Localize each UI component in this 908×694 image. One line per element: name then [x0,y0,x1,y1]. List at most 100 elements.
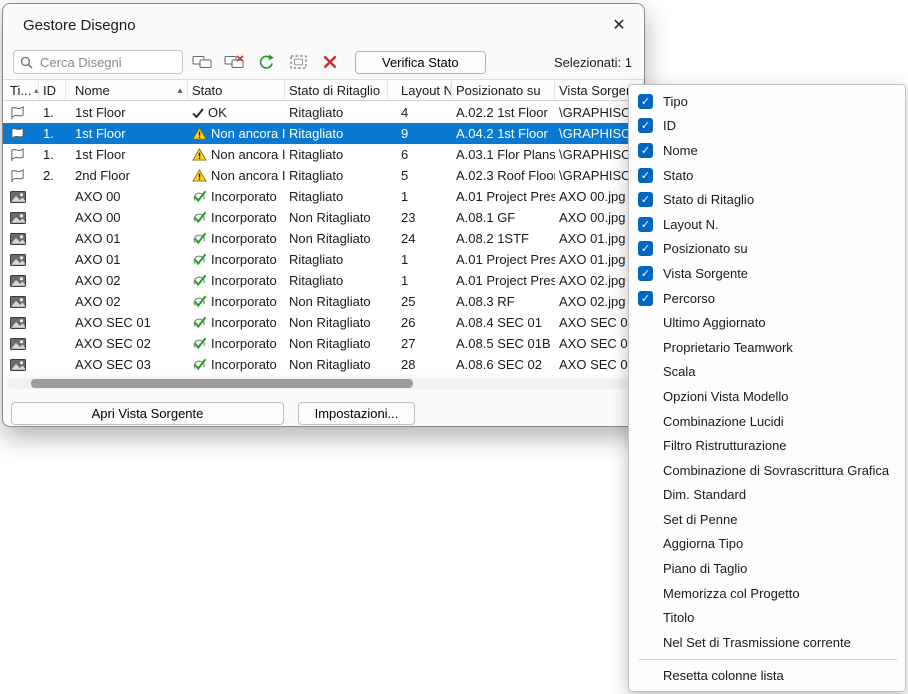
image-type-icon [10,296,26,308]
table-row[interactable]: 1. 1st Floor Non ancora I... Ritagliato … [3,144,644,165]
menu-item-label: Opzioni Vista Modello [663,389,789,404]
row-placed-on: A.01 Project Pres... [452,270,555,291]
table-row[interactable]: AXO 01 Incorporato Ritagliato 1 A.01 Pro… [3,249,644,270]
status-text: OK [208,105,227,120]
menu-item[interactable]: ✓ Titolo [629,605,905,630]
menu-item[interactable]: ✓ Scala [629,360,905,385]
status-text: Incorporato [211,189,277,204]
open-source-view-button[interactable]: Apri Vista Sorgente [11,402,284,425]
menu-item[interactable]: ✓ Resetta colonne lista [629,664,905,689]
table-row[interactable]: 1. 1st Floor OK Ritagliato 4 A.02.2 1st … [3,102,644,123]
menu-item[interactable]: ✓ Vista Sorgente [629,261,905,286]
status-warning-icon [192,169,207,182]
menu-item[interactable]: ✓ Set di Penne [629,507,905,532]
scrollbar-thumb[interactable] [31,379,413,388]
search-icon [20,56,33,69]
column-header-label: Posizionato su [456,83,541,98]
menu-item[interactable]: ✓ Piano di Taglio [629,556,905,581]
verify-status-button[interactable]: Verifica Stato [355,51,486,74]
link-drawing-icon[interactable] [189,50,215,74]
table-row[interactable]: AXO 00 Incorporato Ritagliato 1 A.01 Pro… [3,186,644,207]
table-row[interactable]: AXO SEC 02 Incorporato Non Ritagliato 27… [3,333,644,354]
image-type-icon [10,254,26,266]
menu-item[interactable]: ✓ Tipo [629,89,905,114]
row-layout-number: 1 [388,186,452,207]
menu-item-label: Posizionato su [663,241,748,256]
titlebar[interactable]: Gestore Disegno ✕ [3,4,644,46]
column-header[interactable]: Layout N. [388,80,452,100]
row-name: AXO 00 [66,186,188,207]
table-row[interactable]: AXO SEC 03 Incorporato Non Ritagliato 28… [3,354,644,375]
menu-item-label: Aggiorna Tipo [663,536,743,551]
horizontal-scrollbar[interactable] [7,378,640,389]
menu-item[interactable]: ✓ Layout N. [629,212,905,237]
checkbox-checked-icon: ✓ [638,192,653,207]
row-id [39,270,66,291]
row-layout-number: 1 [388,270,452,291]
row-name: AXO 01 [66,228,188,249]
column-header[interactable]: Nome ▲ [66,80,188,100]
row-id: 1. [39,144,66,165]
table-row[interactable]: AXO 02 Incorporato Non Ritagliato 25 A.0… [3,291,644,312]
row-name: 2nd Floor [66,165,188,186]
table-row[interactable]: 2. 2nd Floor Non ancora I... Ritagliato … [3,165,644,186]
unlink-drawing-icon[interactable] [221,50,247,74]
drawing-type-icon [10,106,25,120]
status-text: Incorporato [211,357,277,372]
row-placed-on: A.08.5 SEC 01B [452,333,555,354]
column-header[interactable]: Posizionato su [452,80,555,100]
settings-button[interactable]: Impostazioni... [298,402,415,425]
menu-item[interactable]: ✓ Nome [629,138,905,163]
menu-item[interactable]: ✓ Posizionato su [629,237,905,262]
menu-item[interactable]: ✓ Combinazione Lucidi [629,409,905,434]
search-input[interactable] [38,54,176,71]
row-id [39,354,66,375]
row-name: AXO 00 [66,207,188,228]
table-row[interactable]: AXO 00 Incorporato Non Ritagliato 23 A.0… [3,207,644,228]
column-header[interactable]: Stato [188,80,285,100]
status-text: Incorporato [211,294,277,309]
menu-item[interactable]: ✓ Percorso [629,286,905,311]
table-row[interactable]: 1. 1st Floor Non ancora I... Ritagliato … [3,123,644,144]
menu-item-label: Layout N. [663,217,719,232]
menu-item[interactable]: ✓ ID [629,114,905,139]
column-header[interactable]: Ti... ▴▴ [3,80,39,100]
row-crop-status: Non Ritagliato [285,354,388,375]
check-status-refresh-icon[interactable] [253,50,279,74]
search-box[interactable] [13,50,183,74]
table-row[interactable]: AXO SEC 01 Incorporato Non Ritagliato 26… [3,312,644,333]
menu-item[interactable]: ✓ Stato [629,163,905,188]
status-embedded-icon [192,232,207,245]
column-context-menu: ✓ Tipo ✓ ID ✓ Nome ✓ Stato ✓ Stato di Ri… [628,84,906,692]
row-id: 2. [39,165,66,186]
close-button[interactable]: ✕ [602,10,636,40]
menu-item[interactable]: ✓ Stato di Ritaglio [629,187,905,212]
menu-item[interactable]: ✓ Opzioni Vista Modello [629,384,905,409]
menu-item[interactable]: ✓ Memorizza col Progetto [629,581,905,606]
row-crop-status: Ritagliato [285,165,388,186]
menu-item-label: Combinazione Lucidi [663,414,784,429]
row-id: 1. [39,102,66,123]
row-crop-status: Ritagliato [285,249,388,270]
row-placed-on: A.01 Project Pres... [452,186,555,207]
menu-item[interactable]: ✓ Dim. Standard [629,483,905,508]
delete-icon[interactable] [317,50,343,74]
row-status: Incorporato [188,270,285,291]
toolbar: Verifica Stato Selezionati: 1 [3,46,644,78]
menu-item[interactable]: ✓ Nel Set di Trasmissione corrente [629,630,905,655]
menu-item[interactable]: ✓ Combinazione di Sovrascrittura Grafica [629,458,905,483]
row-crop-status: Ritagliato [285,270,388,291]
table-row[interactable]: AXO 02 Incorporato Ritagliato 1 A.01 Pro… [3,270,644,291]
column-header[interactable]: Stato di Ritaglio [285,80,388,100]
menu-item[interactable]: ✓ Proprietario Teamwork [629,335,905,360]
menu-item-label: Combinazione di Sovrascrittura Grafica [663,463,889,478]
row-id [39,186,66,207]
update-frame-icon[interactable] [285,50,311,74]
table-row[interactable]: AXO 01 Incorporato Non Ritagliato 24 A.0… [3,228,644,249]
column-header[interactable]: ID [39,80,66,100]
status-embedded-icon [192,211,207,224]
menu-item[interactable]: ✓ Ultimo Aggiornato [629,310,905,335]
menu-item[interactable]: ✓ Aggiorna Tipo [629,532,905,557]
row-crop-status: Non Ritagliato [285,312,388,333]
menu-item[interactable]: ✓ Filtro Ristrutturazione [629,433,905,458]
